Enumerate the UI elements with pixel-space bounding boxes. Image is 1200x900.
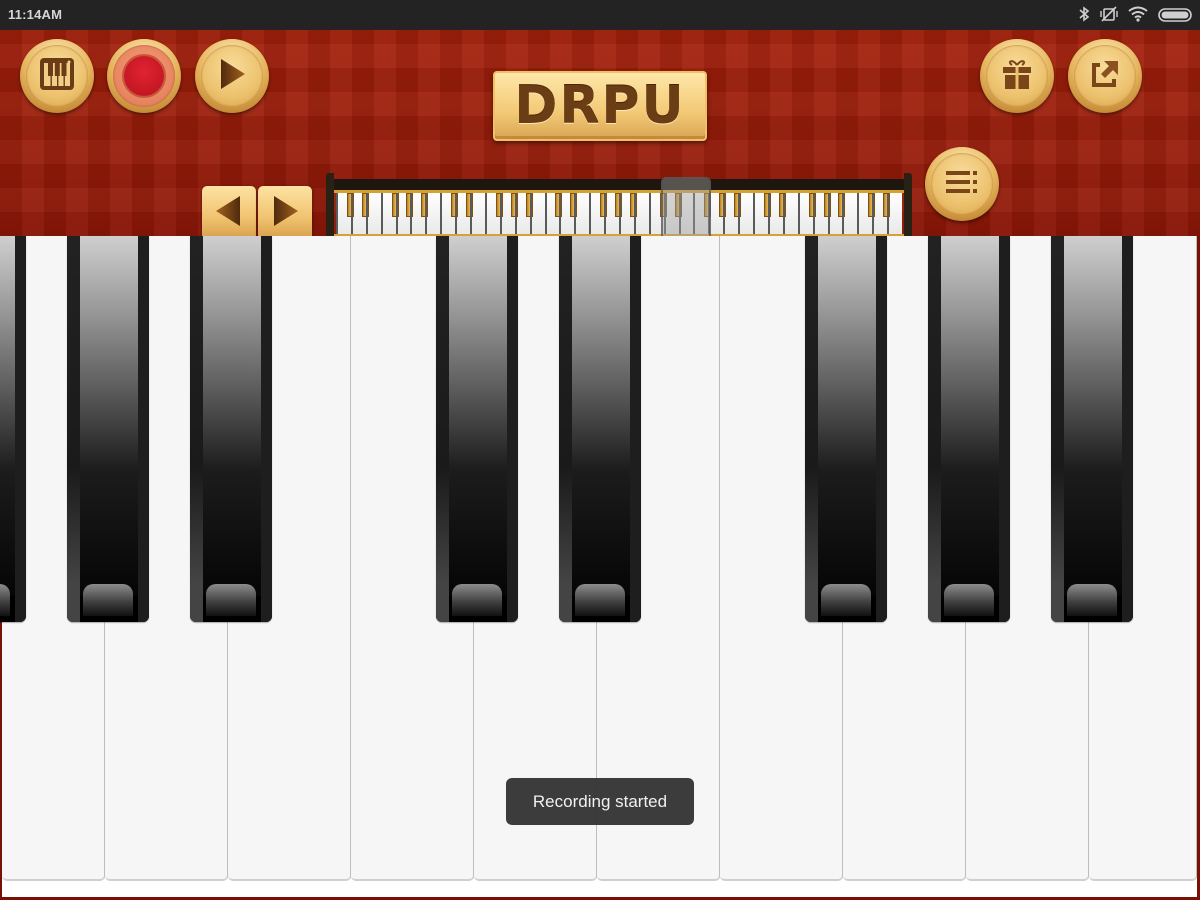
status-icons <box>1078 6 1192 26</box>
mini-white-key-divider <box>336 193 338 234</box>
wifi-icon <box>1128 6 1148 26</box>
black-key[interactable] <box>1051 236 1133 622</box>
battery-icon <box>1158 7 1192 26</box>
menu-button[interactable] <box>925 147 999 221</box>
mini-white-key-divider <box>872 193 875 234</box>
mini-white-key-divider <box>425 193 428 234</box>
black-key[interactable] <box>67 236 149 622</box>
mini-white-key-divider <box>767 193 770 234</box>
triangle-left-icon <box>214 194 244 232</box>
mini-white-key-divider <box>529 193 532 234</box>
mini-white-key-divider <box>753 193 756 234</box>
status-time: 11:14AM <box>8 7 63 22</box>
mini-white-key-divider <box>514 193 517 234</box>
mini-white-key-divider <box>455 193 458 234</box>
black-key[interactable] <box>190 236 272 622</box>
record-icon <box>124 56 164 96</box>
logo-text: DRPU <box>514 76 686 136</box>
mini-white-key-divider <box>544 193 547 234</box>
bluetooth-icon <box>1078 6 1090 26</box>
mini-white-key-divider <box>604 193 607 234</box>
scroll-left-button[interactable] <box>202 186 256 240</box>
mini-white-key-divider <box>365 193 368 234</box>
mini-white-key-divider <box>395 193 398 234</box>
toast-notification: Recording started <box>506 778 694 825</box>
mini-white-key-divider <box>812 193 815 234</box>
mini-white-key-divider <box>470 193 473 234</box>
mini-white-key-divider <box>559 193 562 234</box>
mini-white-key-divider <box>380 193 383 234</box>
toast-message: Recording started <box>532 791 668 811</box>
app-header: DRPU <box>0 30 1200 253</box>
mini-white-key-divider <box>827 193 830 234</box>
mini-white-key-divider <box>410 193 413 234</box>
keyboard-scroll-controls <box>202 186 312 240</box>
gift-icon <box>1000 57 1034 95</box>
mini-white-key-divider <box>782 193 785 234</box>
keyboard-settings-button[interactable] <box>20 39 94 113</box>
record-button[interactable] <box>107 39 181 113</box>
vibrate-off-icon <box>1100 6 1118 26</box>
drpu-logo: DRPU <box>493 71 707 141</box>
share-button[interactable] <box>1068 39 1142 113</box>
status-bar: 11:14AM <box>0 0 1200 30</box>
mini-white-key-divider <box>738 193 741 234</box>
mini-white-key-divider <box>887 193 890 234</box>
mini-white-key-divider <box>648 193 651 234</box>
mini-white-key-divider <box>633 193 636 234</box>
list-menu-icon <box>944 167 980 201</box>
black-key[interactable] <box>0 236 26 622</box>
mini-white-key-divider <box>484 193 487 234</box>
mini-white-key-divider <box>574 193 577 234</box>
mini-white-key-divider <box>350 193 353 234</box>
black-key[interactable] <box>805 236 887 622</box>
piano-keys-icon <box>40 58 74 94</box>
mini-white-key-divider <box>440 193 443 234</box>
mini-white-key-divider <box>797 193 800 234</box>
gift-button[interactable] <box>980 39 1054 113</box>
mini-keyboard-keys <box>336 193 902 234</box>
black-key[interactable] <box>928 236 1010 622</box>
play-icon <box>217 57 247 95</box>
mini-white-key-divider <box>842 193 845 234</box>
mini-white-key-divider <box>589 193 592 234</box>
mini-white-key-divider <box>857 193 860 234</box>
black-key[interactable] <box>559 236 641 622</box>
mini-white-key-divider <box>723 193 726 234</box>
play-button[interactable] <box>195 39 269 113</box>
share-export-icon <box>1088 57 1122 95</box>
mini-white-key-divider <box>499 193 502 234</box>
triangle-right-icon <box>270 194 300 232</box>
scroll-right-button[interactable] <box>258 186 312 240</box>
mini-white-key-divider <box>619 193 621 234</box>
black-key[interactable] <box>436 236 518 622</box>
